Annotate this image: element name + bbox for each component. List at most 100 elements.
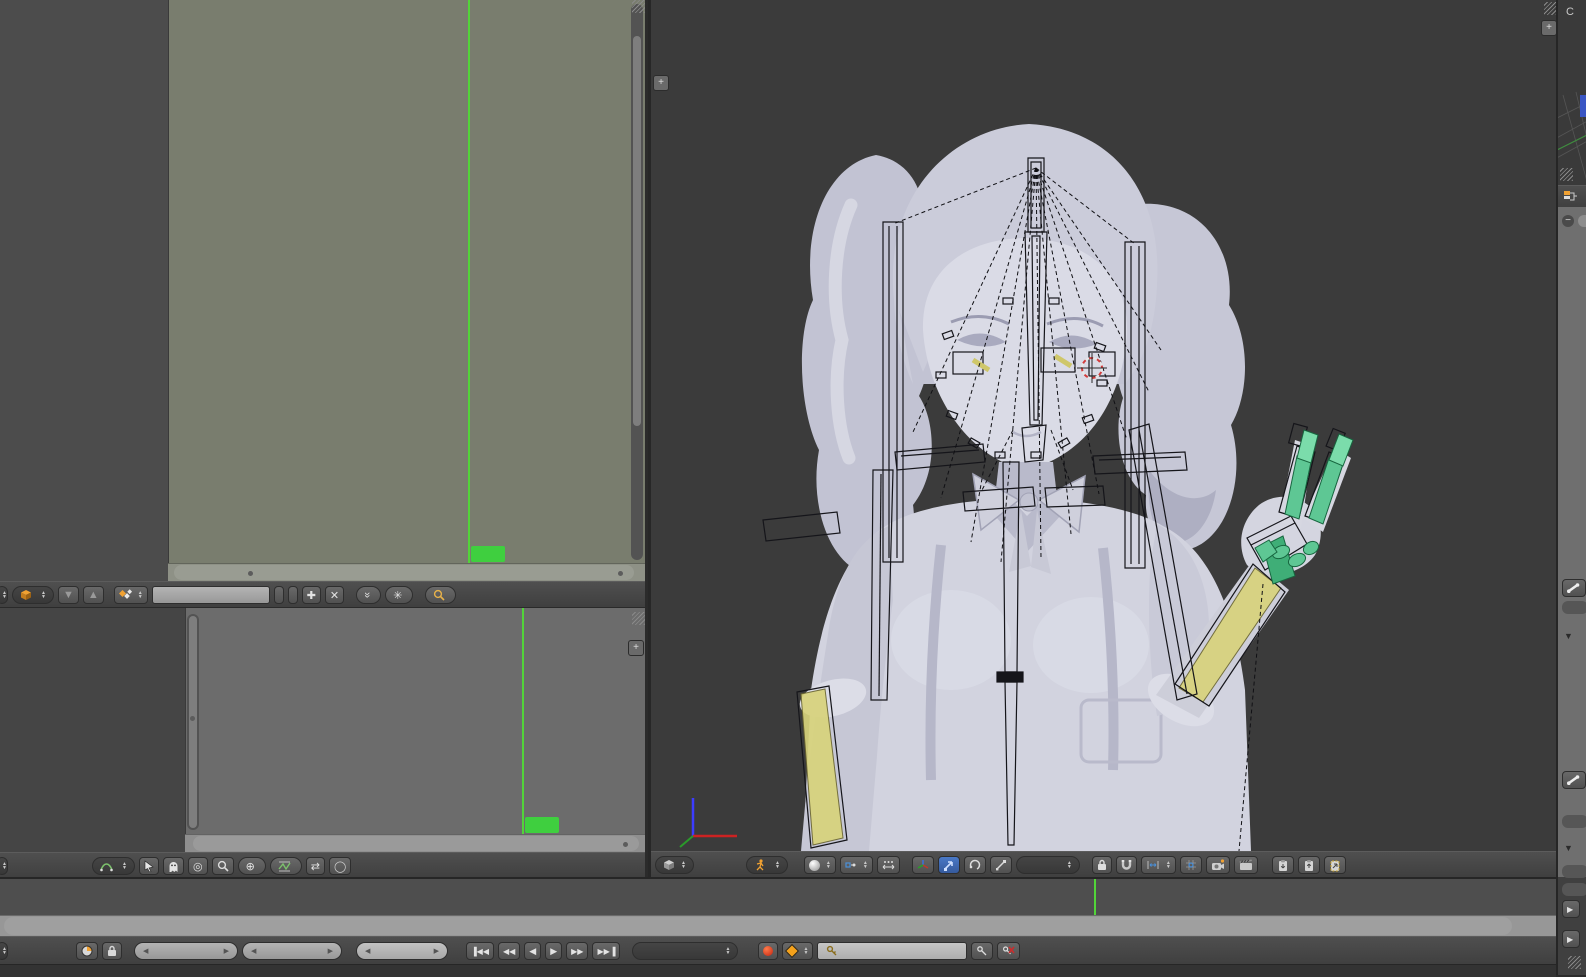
expand-row-button[interactable]: ▶ bbox=[1562, 930, 1580, 948]
editor-type-dropdown[interactable]: ▲ ▼ bbox=[0, 586, 8, 604]
increment-arrow[interactable]: ▶ bbox=[328, 947, 333, 955]
properties-editor-icon[interactable] bbox=[1563, 190, 1579, 204]
decrement-arrow[interactable]: ◀ bbox=[365, 947, 370, 955]
panel-triangle-icon[interactable]: ▼ bbox=[1564, 843, 1573, 853]
field-fragment[interactable] bbox=[1562, 815, 1586, 828]
editor-type-dropdown[interactable]: ▲ ▼ bbox=[0, 942, 8, 960]
pivot-dropdown[interactable]: ▲ ▼ bbox=[839, 856, 873, 874]
increment-arrow[interactable]: ▶ bbox=[224, 947, 229, 955]
dope-mode-dropdown[interactable]: ▲ ▼ bbox=[12, 586, 54, 604]
snap-element-dropdown[interactable]: ▲ ▼ bbox=[1140, 856, 1176, 874]
start-frame-field[interactable]: ◀ ▶ bbox=[134, 942, 238, 960]
realtime-clock-toggle[interactable] bbox=[76, 942, 98, 960]
keying-set-field[interactable] bbox=[817, 942, 968, 960]
keying-type-dropdown[interactable]: ▲ ▼ bbox=[782, 942, 814, 960]
action-name-field[interactable] bbox=[151, 586, 270, 604]
opengl-render-button[interactable] bbox=[1205, 856, 1230, 874]
dope-ruler[interactable] bbox=[168, 563, 645, 582]
shading-dropdown[interactable]: ▲ ▼ bbox=[803, 856, 836, 874]
manipulator-toggle[interactable] bbox=[911, 856, 934, 874]
snap-target-button[interactable] bbox=[1179, 856, 1202, 874]
lifebuoy-button[interactable]: ◎ bbox=[187, 857, 208, 875]
graph-vscroll-handle[interactable] bbox=[189, 616, 197, 828]
resize-corner[interactable] bbox=[1568, 956, 1581, 969]
field-fragment[interactable] bbox=[1562, 865, 1586, 878]
snap-toggle[interactable] bbox=[1115, 856, 1137, 874]
viewport-canvas[interactable] bbox=[651, 0, 1559, 851]
insert-keyframe-button[interactable] bbox=[971, 942, 994, 960]
copy-pose-button[interactable] bbox=[1271, 856, 1294, 874]
orientation-dropdown[interactable]: ▲ ▼ bbox=[1015, 856, 1080, 874]
prev-keyframe-button[interactable]: ◀◀ bbox=[497, 942, 521, 960]
unlink-action-button[interactable]: ✕ bbox=[324, 586, 345, 604]
mode-dropdown[interactable]: ▲ ▼ bbox=[745, 856, 788, 874]
move-up-button[interactable]: ▲ bbox=[82, 586, 104, 604]
opengl-render-anim-button[interactable] bbox=[1233, 856, 1258, 874]
sync-mode-dropdown[interactable]: ▲ ▼ bbox=[632, 942, 739, 960]
panel-triangle-icon[interactable]: ▼ bbox=[1564, 631, 1573, 641]
fcurve-mode-dropdown[interactable]: ▲ ▼ bbox=[92, 857, 135, 875]
increment-arrow[interactable]: ▶ bbox=[434, 947, 439, 955]
graph-ruler[interactable] bbox=[185, 834, 645, 853]
bone-button-fragment[interactable] bbox=[1562, 579, 1586, 597]
view-frame-button[interactable]: ◯ bbox=[329, 857, 352, 875]
lock-range-toggle[interactable] bbox=[102, 942, 122, 960]
translate-manipulator-button[interactable] bbox=[937, 856, 960, 874]
graph-playhead[interactable] bbox=[522, 608, 524, 834]
dope-playhead[interactable] bbox=[468, 0, 470, 563]
rotate-manipulator-button[interactable] bbox=[963, 856, 986, 874]
editor-type-dropdown[interactable]: ▲ ▼ bbox=[0, 857, 8, 875]
viewport-3d-area[interactable]: + + ▲ ▼ ▲ ▼ ▲ ▼ ▲ ▼ ▲ ▼ ▲ ▼ bbox=[648, 0, 1559, 877]
decrement-arrow[interactable]: ◀ bbox=[143, 947, 148, 955]
auto-normalize-button[interactable]: ⇄ bbox=[305, 857, 325, 875]
ghost-curves-button[interactable] bbox=[162, 857, 184, 875]
end-frame-field[interactable]: ◀ ▶ bbox=[242, 942, 342, 960]
slider-fragment[interactable] bbox=[1578, 215, 1586, 227]
jump-to-end-button[interactable]: ▶▶▐ bbox=[592, 942, 621, 960]
delete-keyframe-button[interactable] bbox=[997, 942, 1021, 960]
timeline-strip[interactable] bbox=[0, 879, 1556, 915]
toolshelf-expand-button[interactable]: + bbox=[653, 75, 669, 91]
new-action-button[interactable]: ✚ bbox=[301, 586, 321, 604]
dope-sheet-key-area[interactable] bbox=[168, 0, 645, 563]
timeline-playhead[interactable] bbox=[1094, 879, 1096, 915]
filters-button[interactable]: ⊕ bbox=[237, 857, 266, 875]
scroll-grip[interactable] bbox=[190, 716, 195, 721]
paste-flipped-pose-button[interactable] bbox=[1323, 856, 1346, 874]
action-users-button[interactable] bbox=[273, 586, 284, 604]
properties-expand-button[interactable]: + bbox=[1541, 20, 1557, 36]
mini-3d-view[interactable]: C bbox=[1558, 0, 1586, 185]
normalize-button[interactable] bbox=[269, 857, 302, 875]
editor-type-dropdown[interactable]: ▲ ▼ bbox=[655, 856, 694, 874]
graph-properties-expand-button[interactable]: + bbox=[628, 640, 644, 656]
minus-circle-icon[interactable]: − bbox=[1562, 215, 1574, 227]
paste-pose-button[interactable] bbox=[1297, 856, 1320, 874]
bone-button-fragment[interactable] bbox=[1562, 771, 1586, 789]
play-reverse-button[interactable]: ◀ bbox=[524, 942, 542, 960]
field-fragment[interactable] bbox=[1562, 883, 1586, 896]
field-fragment[interactable] bbox=[1562, 601, 1586, 614]
manipulate-centers-toggle[interactable] bbox=[876, 856, 900, 874]
play-button[interactable]: ▶ bbox=[545, 942, 563, 960]
cursor-tool-button[interactable] bbox=[138, 857, 159, 875]
fake-user-button[interactable] bbox=[287, 586, 298, 604]
scale-manipulator-button[interactable] bbox=[989, 856, 1012, 874]
resize-corner[interactable] bbox=[632, 0, 645, 13]
current-frame-field[interactable]: ◀ ▶ bbox=[356, 942, 448, 960]
jump-to-start-button[interactable]: ▐◀◀ bbox=[466, 942, 494, 960]
resize-corner[interactable] bbox=[1560, 168, 1573, 181]
lock-layers-button[interactable] bbox=[1091, 856, 1112, 874]
dope-vscroll-handle[interactable] bbox=[633, 36, 641, 426]
decrement-arrow[interactable]: ◀ bbox=[251, 947, 256, 955]
zoom-button[interactable] bbox=[211, 857, 234, 875]
summary-toggle[interactable] bbox=[425, 586, 457, 604]
stash-button[interactable]: ✳ bbox=[385, 586, 414, 604]
next-keyframe-button[interactable]: ▶▶ bbox=[566, 942, 589, 960]
record-button[interactable] bbox=[758, 942, 779, 960]
push-down-button[interactable]: » bbox=[356, 586, 382, 604]
browse-action-button[interactable]: ▲ ▼ bbox=[113, 586, 148, 604]
expand-row-button[interactable]: ▶ bbox=[1562, 900, 1580, 918]
resize-corner[interactable] bbox=[632, 612, 645, 625]
graph-plot-area[interactable] bbox=[185, 608, 645, 834]
move-down-button[interactable]: ▼ bbox=[57, 586, 79, 604]
